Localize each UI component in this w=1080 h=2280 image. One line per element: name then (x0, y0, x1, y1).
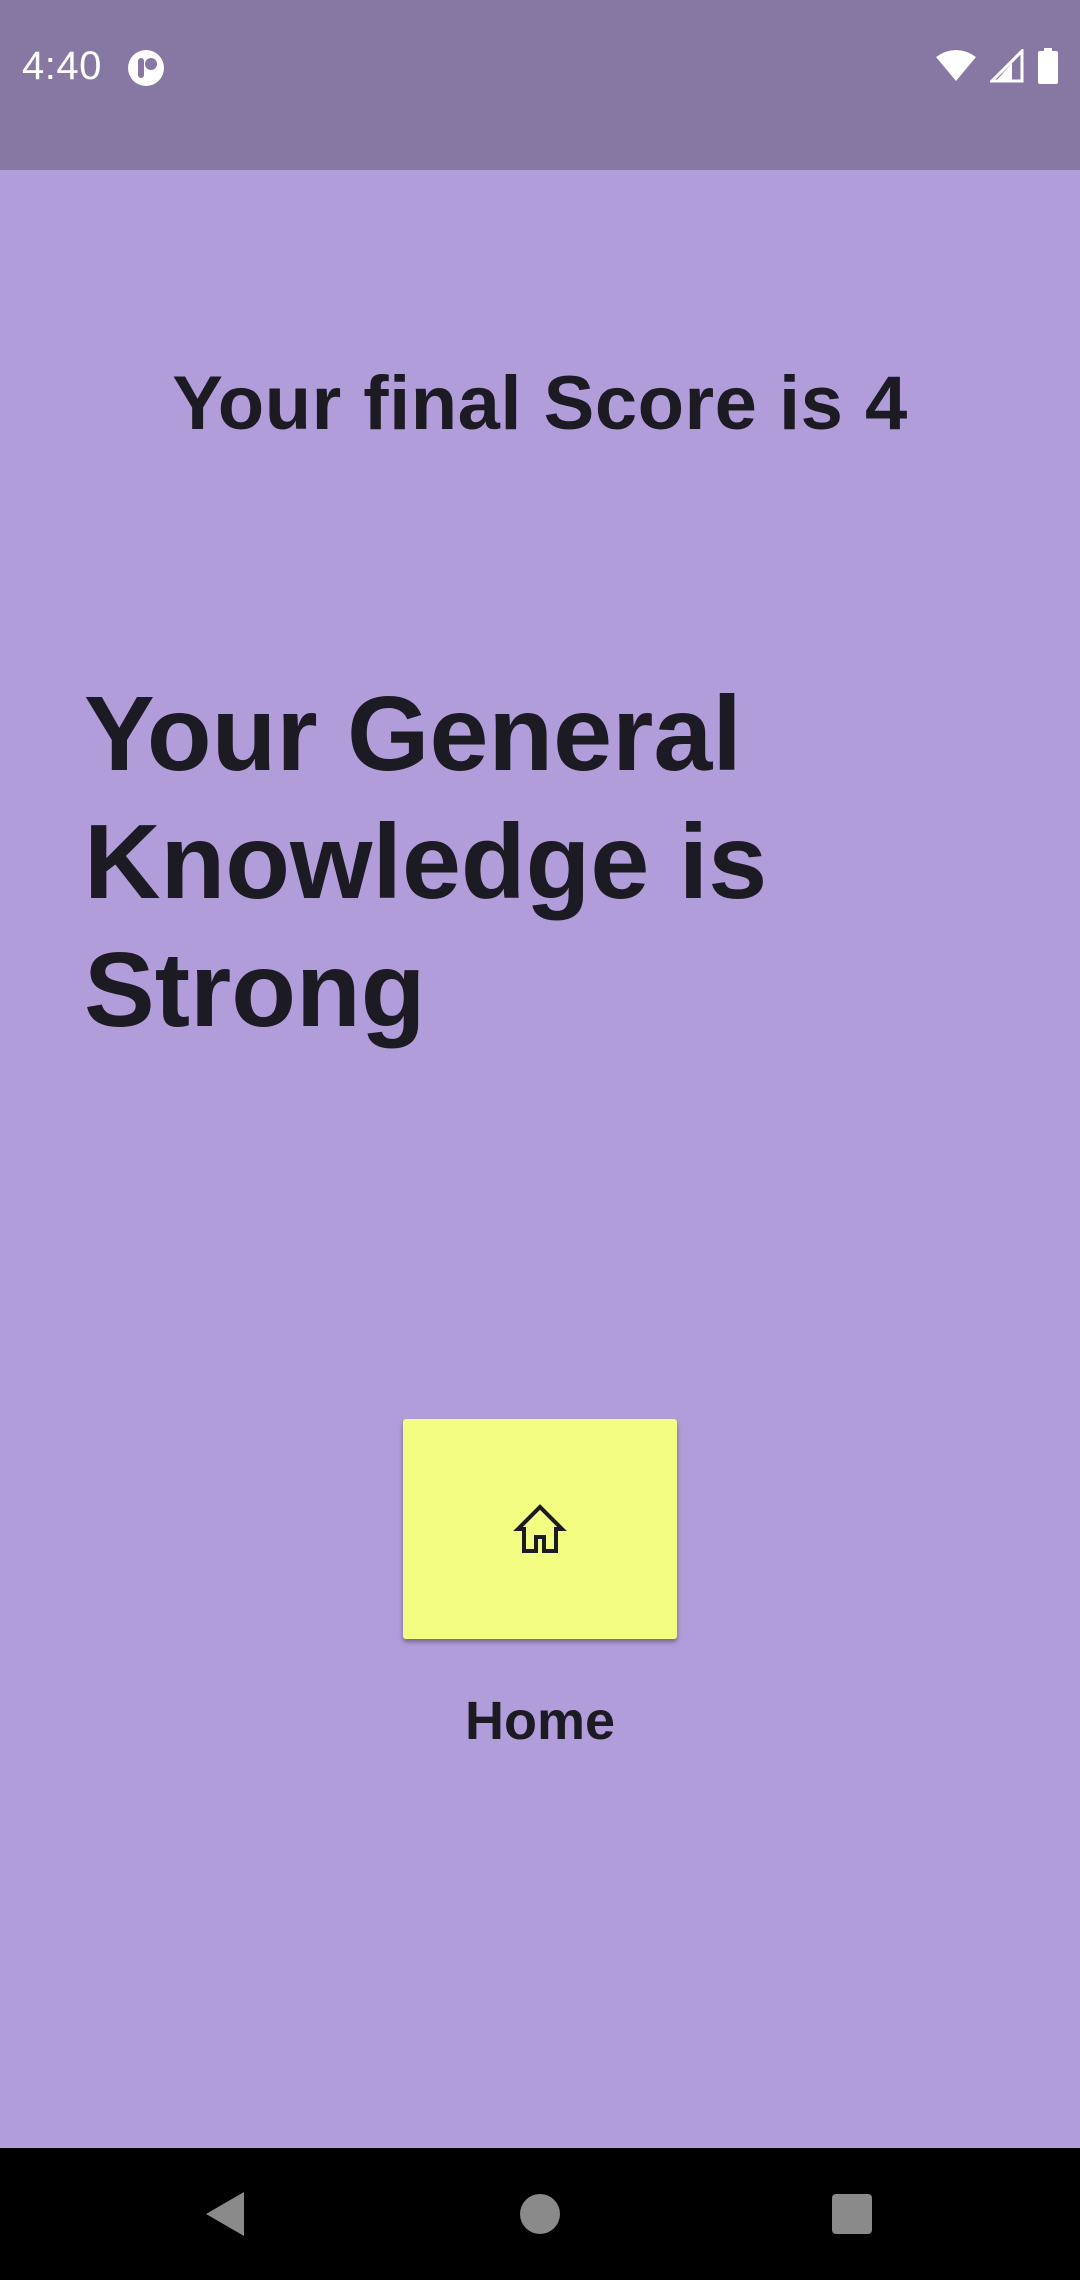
signal-icon (988, 46, 1024, 88)
final-score-text: Your final Score is 4 (172, 361, 908, 446)
wifi-icon (936, 49, 976, 88)
result-screen: Your final Score is 4 Your General Knowl… (0, 170, 1080, 2148)
home-icon (512, 1501, 568, 1557)
status-icons (936, 46, 1058, 89)
app-notification-icon (126, 48, 166, 88)
recents-icon[interactable] (822, 2184, 882, 2244)
navigation-bar (0, 2148, 1080, 2280)
home-circle-icon[interactable] (510, 2184, 570, 2244)
battery-icon (1038, 47, 1058, 89)
status-time: 4:40 (22, 44, 102, 88)
home-button[interactable] (403, 1419, 677, 1639)
back-icon[interactable] (196, 2184, 256, 2244)
status-bar: 4:40 (0, 0, 1080, 170)
home-label: Home (464, 1691, 616, 1751)
knowledge-verdict-text: Your General Knowledge is Strong (84, 675, 768, 1049)
